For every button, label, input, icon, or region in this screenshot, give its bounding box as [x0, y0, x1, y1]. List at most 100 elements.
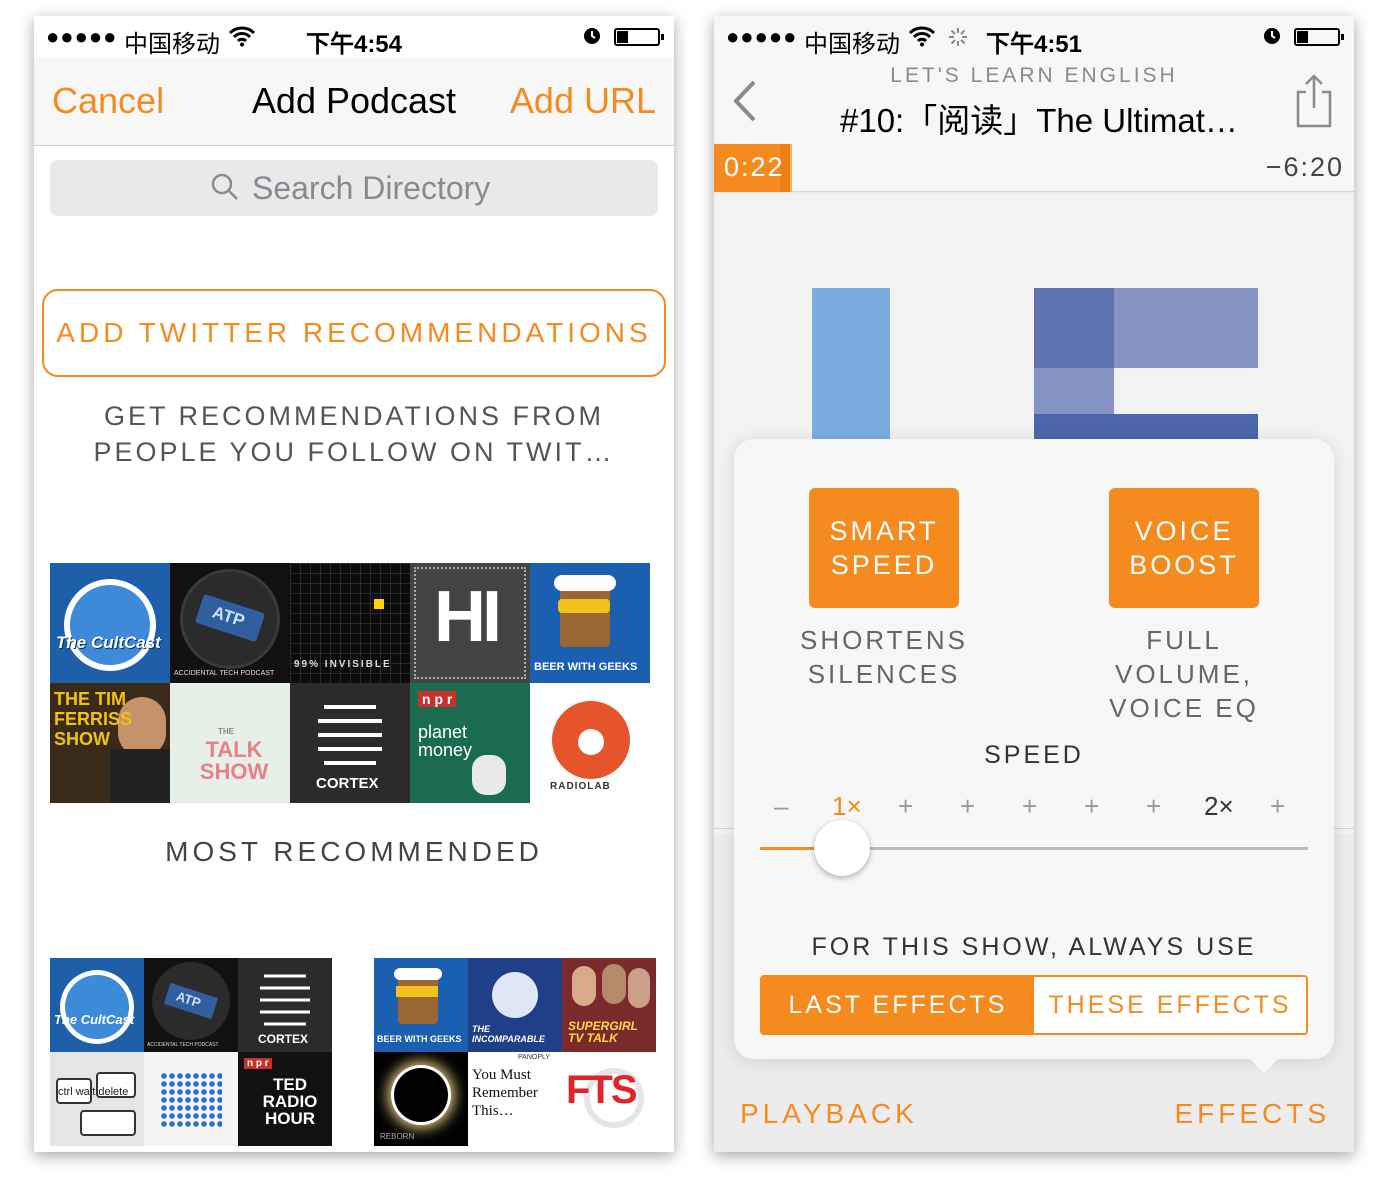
desc-line: VOLUME, — [1114, 659, 1254, 689]
search-directory-input[interactable]: Search Directory — [50, 160, 658, 216]
tile-label: HI — [434, 577, 502, 657]
podcast-tile-ctrl-walt-delete: ctrl walt delete — [50, 1052, 144, 1146]
speed-tick: 2× — [1204, 791, 1234, 821]
podcast-tile-planet-money[interactable]: n p r planet money — [410, 683, 530, 803]
speed-tick: 1× — [832, 791, 862, 821]
search-placeholder: Search Directory — [252, 170, 491, 206]
speed-tick: + — [1270, 791, 1286, 821]
tile-label: 99% INVISIBLE — [294, 659, 392, 670]
speed-tick: + — [1146, 791, 1162, 821]
show-name: LET'S LEARN ENGLISH — [890, 64, 1178, 87]
tile-label: TALK SHOW — [199, 737, 269, 784]
voice-boost-description: FULL VOLUME, VOICE EQ — [1084, 623, 1284, 725]
cancel-button[interactable]: Cancel — [52, 80, 164, 122]
voice-boost-label-line1: VOICE — [1134, 516, 1234, 546]
podcast-tile-radiolab[interactable]: RADIOLAB — [530, 683, 650, 803]
desc-line: SILENCES — [807, 659, 961, 689]
voice-boost-button[interactable]: VOICE BOOST — [1109, 488, 1259, 608]
podcast-tile-dots — [144, 1052, 238, 1146]
tile-sublabel: ACCIDENTAL TECH PODCAST — [147, 1042, 219, 1048]
last-effects-segment[interactable]: LAST EFFECTS — [762, 977, 1034, 1033]
artwork-block — [1114, 288, 1258, 368]
speed-slider-thumb[interactable] — [814, 820, 870, 876]
alarm-icon — [1264, 28, 1280, 44]
speed-label: SPEED — [984, 741, 1084, 769]
desc-line: FULL — [1146, 625, 1222, 655]
share-icon[interactable] — [1294, 72, 1334, 128]
most-recommended-group-1[interactable]: The CultCast ATP ACCIDENTAL TECH PODCAST… — [50, 958, 332, 1146]
add-podcast-screen: ●●●●● 中国移动 下午4:54 Add Podcast Cancel Add… — [34, 16, 674, 1152]
now-playing-effects-screen: ●●●●● 中国移动 下午4:51 LET'S LEARN ENGLISH #1… — [714, 16, 1354, 1152]
status-time: 下午4:51 — [985, 31, 1083, 58]
smart-speed-label-line1: SMART — [829, 516, 939, 546]
effects-popover: SMART SPEED SHORTENS SILENCES VOICE BOOS… — [734, 439, 1334, 1059]
tab-effects[interactable]: EFFECTS — [1174, 1098, 1330, 1130]
podcast-tile-99-invisible[interactable]: 99% INVISIBLE — [290, 563, 410, 683]
podcast-tile-reborn: REBORN — [374, 1052, 468, 1146]
tile-label: FTS — [566, 1068, 638, 1112]
podcast-tile-cultcast-small: The CultCast — [50, 958, 144, 1052]
tile-sublabel: ACCIDENTAL TECH PODCAST — [174, 670, 275, 677]
elapsed-time: 0:22 — [724, 152, 785, 182]
podcast-tile-tim-ferriss[interactable]: THE TIM FERRISS SHOW — [50, 683, 170, 803]
desc-line: VOICE EQ — [1109, 693, 1259, 723]
add-url-button[interactable]: Add URL — [510, 80, 656, 122]
tile-label: TED RADIO HOUR — [262, 1075, 318, 1128]
speed-tick: + — [1022, 791, 1038, 821]
podcast-tile-supergirl-tv-talk: SUPERGIRL TV TALK — [562, 958, 656, 1052]
tile-prelabel: PANOPLY — [518, 1054, 551, 1061]
tile-label: CORTEX — [258, 1032, 309, 1046]
tile-label: The CultCast — [56, 633, 161, 652]
tab-playback[interactable]: PLAYBACK — [740, 1098, 918, 1130]
nav-bar: Add Podcast Cancel Add URL — [34, 58, 674, 146]
artwork-block — [1034, 368, 1114, 414]
podcast-tile-atp[interactable]: ATP ACCIDENTAL TECH PODCAST — [170, 563, 290, 683]
podcast-tile-cortex-small: CORTEX — [238, 958, 332, 1052]
twitter-desc-line1: GET RECOMMENDATIONS FROM — [103, 401, 604, 431]
always-use-label: FOR THIS SHOW, ALWAYS USE — [811, 933, 1257, 961]
tile-label: THE INCOMPARABLE — [472, 1024, 545, 1044]
podcast-tile-beer-with-geeks[interactable]: BEER WITH GEEKS — [530, 563, 650, 683]
most-recommended-group-2[interactable]: BEER WITH GEEKS THE INCOMPARABLE SUPERGI… — [374, 958, 656, 1146]
status-time: 下午4:54 — [305, 31, 403, 58]
always-use-segmented-control: LAST EFFECTS THESE EFFECTS — [760, 975, 1308, 1035]
twitter-recommendations-description: GET RECOMMENDATIONS FROM PEOPLE YOU FOLL… — [74, 398, 634, 470]
podcast-tile-talk-show[interactable]: THE TALK SHOW — [170, 683, 290, 803]
podcast-tile-cortex[interactable]: CORTEX — [290, 683, 410, 803]
podcast-tile-beer-with-geeks-small: BEER WITH GEEKS — [374, 958, 468, 1052]
these-effects-segment[interactable]: THESE EFFECTS — [1034, 977, 1306, 1033]
podcast-tile-cultcast[interactable]: The CultCast — [50, 563, 170, 683]
tile-label: CORTEX — [316, 775, 379, 792]
recommended-podcast-grid: The CultCast ATP ACCIDENTAL TECH PODCAST… — [50, 563, 650, 803]
battery-icon — [1294, 28, 1344, 46]
alarm-icon — [584, 28, 600, 44]
most-recommended-heading: MOST RECOMMENDED — [165, 836, 543, 867]
podcast-tile-hi[interactable]: HI — [410, 563, 530, 683]
artwork-block — [1034, 288, 1114, 368]
speed-tick: + — [898, 791, 914, 821]
voice-boost-label-line2: BOOST — [1129, 550, 1239, 580]
search-icon — [211, 173, 238, 200]
tile-label: You Must Remember This… — [472, 1067, 538, 1119]
tile-label: The CultCast — [54, 1012, 135, 1027]
podcast-tile-the-incomparable: THE INCOMPARABLE — [468, 958, 562, 1052]
npr-badge: n p r — [244, 1058, 272, 1069]
add-twitter-recommendations-button[interactable]: ADD TWITTER RECOMMENDATIONS — [42, 289, 666, 377]
popover-arrow — [1248, 1056, 1280, 1074]
remaining-time: −6:20 — [1265, 152, 1344, 182]
nav-bar: LET'S LEARN ENGLISH #10:「阅读」The Ultimat… — [714, 58, 1354, 144]
desc-line: SHORTENS — [800, 625, 968, 655]
tile-prelabel: THE — [218, 727, 234, 736]
podcast-tile-atp-small: ATP ACCIDENTAL TECH PODCAST — [144, 958, 238, 1052]
speed-tick: – — [774, 791, 789, 821]
podcast-tile-fts: FTS — [562, 1052, 656, 1146]
tile-label: planet money — [418, 722, 473, 760]
speed-tick: + — [960, 791, 976, 821]
tile-label: ctrl walt delete — [58, 1086, 129, 1098]
smart-speed-button[interactable]: SMART SPEED — [809, 488, 959, 608]
playback-progress-bar[interactable]: 0:22 −6:20 — [714, 144, 1354, 192]
battery-icon — [614, 28, 664, 46]
smart-speed-label-line2: SPEED — [830, 550, 938, 580]
tile-label: THE TIM FERRISS SHOW — [54, 689, 133, 749]
tile-label: BEER WITH GEEKS — [377, 1034, 462, 1044]
